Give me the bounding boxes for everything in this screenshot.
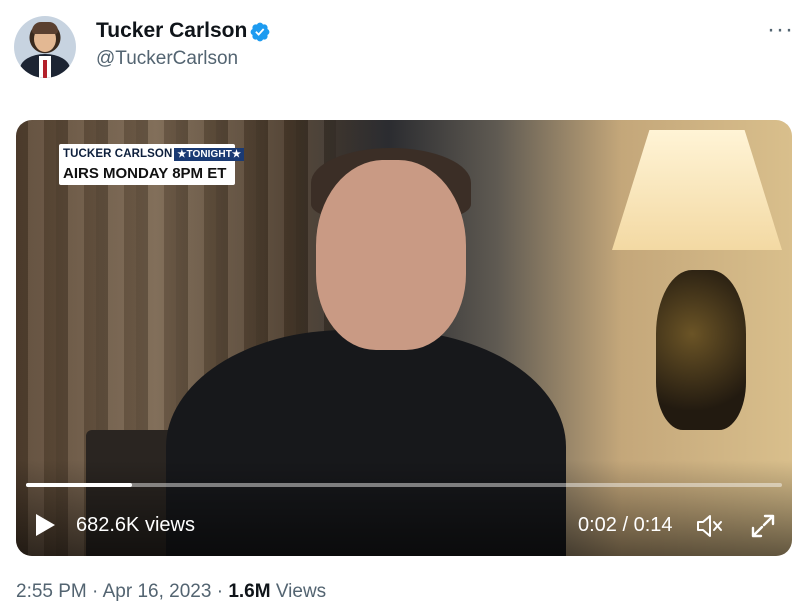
video-progress-fill (26, 483, 132, 487)
chyron-airtime: AIRS MONDAY 8PM ET (63, 165, 227, 182)
tweet-views-label: Views (270, 581, 327, 602)
play-icon[interactable] (34, 513, 56, 537)
avatar-tie (43, 60, 47, 78)
chyron-show-name: TUCKER CARLSON (63, 148, 173, 160)
video-views-count: 682.6K views (76, 514, 195, 536)
meta-separator: · (86, 581, 103, 602)
author-name[interactable]: Tucker Carlson (96, 19, 247, 43)
meta-separator-2: · (211, 581, 229, 602)
fullscreen-icon[interactable] (750, 513, 776, 539)
avatar[interactable] (14, 16, 76, 78)
chyron-tonight-badge: ★TONIGHT★ (174, 148, 245, 161)
tweet-header: Tucker Carlson @TuckerCarlson ··· (0, 0, 800, 100)
controls-gradient (16, 460, 792, 556)
avatar-hair (32, 22, 58, 34)
tweet-metadata: 2:55 PM · Apr 16, 2023 · 1.6M Views (16, 581, 326, 603)
video-lamp-base (656, 270, 746, 430)
video-player[interactable]: TUCKER CARLSON ★TONIGHT★ AIRS MONDAY 8PM … (16, 120, 792, 556)
more-options-icon[interactable]: ··· (767, 18, 794, 42)
video-progress-bar[interactable] (26, 483, 782, 487)
video-time: 0:02 / 0:14 (578, 514, 673, 536)
volume-muted-icon[interactable] (696, 513, 724, 539)
tweet-date[interactable]: Apr 16, 2023 (103, 581, 212, 602)
video-chyron: TUCKER CARLSON ★TONIGHT★ AIRS MONDAY 8PM … (59, 144, 245, 185)
video-lampshade (612, 130, 782, 250)
verified-badge-icon (250, 22, 270, 42)
tweet-views-count[interactable]: 1.6M (228, 581, 270, 602)
video-person-head (316, 160, 466, 350)
chyron-show-title: TUCKER CARLSON ★TONIGHT★ (63, 148, 245, 163)
author-handle[interactable]: @TuckerCarlson (96, 48, 238, 70)
tweet-time[interactable]: 2:55 PM (16, 581, 87, 602)
